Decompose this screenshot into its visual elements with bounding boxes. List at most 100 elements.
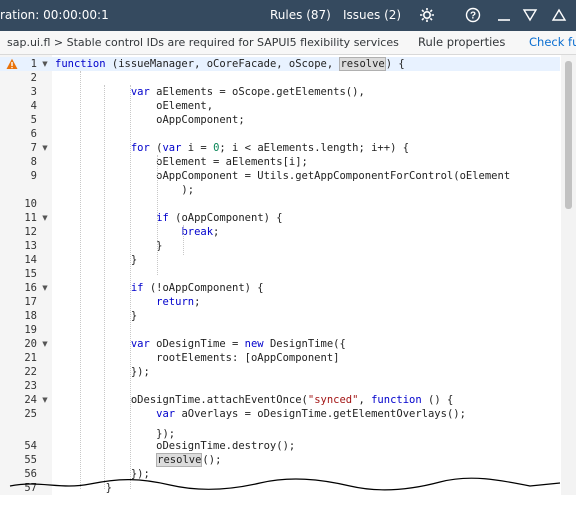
line-number: 11 <box>24 212 37 224</box>
code-text: oDesignTime.attachEventOnce("synced", fu… <box>55 394 454 406</box>
gear-icon[interactable] <box>418 6 436 24</box>
indent-guide <box>130 85 131 489</box>
collapse-icon[interactable] <box>521 6 539 24</box>
code-line[interactable]: 19 <box>0 323 560 337</box>
line-number: 7 <box>30 142 37 154</box>
line-number: 24 <box>24 394 37 406</box>
line-number: 56 <box>24 468 37 480</box>
svg-text:?: ? <box>470 11 476 22</box>
code-text: if (!oAppComponent) { <box>130 282 264 294</box>
code-line[interactable]: 16 ▼ if (!oAppComponent) { <box>0 281 560 295</box>
line-number: 21 <box>24 352 37 364</box>
tab-rules[interactable]: Rules (87) <box>270 8 331 22</box>
line-number: 15 <box>24 268 37 280</box>
code-line[interactable]: 24 ▼ oDesignTime.attachEventOnce("synced"… <box>0 393 560 407</box>
code-text: var aElements = oScope.getElements(), <box>130 86 365 98</box>
line-number: 20 <box>24 338 37 350</box>
code-line[interactable]: 25 var aOverlays = oDesignTime.getElemen… <box>0 407 560 421</box>
line-number: 10 <box>24 198 37 210</box>
code-line[interactable]: 8 oElement = aElements[i]; <box>0 155 560 169</box>
code-line[interactable]: 22 }); <box>0 365 560 379</box>
line-number: 5 <box>30 114 37 126</box>
code-line[interactable]: 21 rootElements: [oAppComponent] <box>0 351 560 365</box>
fold-toggle-icon[interactable]: ▼ <box>40 281 50 295</box>
indent-guide <box>183 225 184 255</box>
line-number: 54 <box>24 440 37 452</box>
code-line[interactable]: 10 <box>0 197 560 211</box>
code-text: oAppComponent; <box>55 114 245 126</box>
scrollbar-thumb[interactable] <box>565 61 572 209</box>
line-number: 9 <box>30 170 37 182</box>
code-line[interactable]: 3 var aElements = oScope.getElements(), <box>0 85 560 99</box>
code-text: oElement = aElements[i]; <box>55 156 308 168</box>
code-line[interactable]: 12 break; <box>0 225 560 239</box>
warning-icon[interactable] <box>6 58 18 70</box>
code-line[interactable]: 54 oDesignTime.destroy(); <box>0 439 560 453</box>
code-line[interactable]: 56 }); <box>0 467 560 481</box>
code-line[interactable]: 4 oElement, <box>0 99 560 113</box>
line-number: 19 <box>24 324 37 336</box>
code-text: var aOverlays = oDesignTime.getElementOv… <box>156 408 466 420</box>
code-editor[interactable]: 1 ▼ function (issueManager, oCoreFacade, o… <box>0 55 576 495</box>
fold-toggle-icon[interactable]: ▼ <box>40 211 50 225</box>
tab-bar: sap.ui.fl > Stable control IDs are requi… <box>0 31 576 55</box>
code-line[interactable]: 7 ▼ for (var i = 0; i < aElements.length;… <box>0 141 560 155</box>
fold-toggle-icon[interactable]: ▼ <box>40 57 50 71</box>
code-line[interactable]: ); <box>0 183 560 197</box>
code-line[interactable]: 6 <box>0 127 560 141</box>
line-number: 2 <box>30 72 37 84</box>
code-line[interactable]: 1 ▼ function (issueManager, oCoreFacade, o… <box>0 57 560 71</box>
code-text: oElement, <box>55 100 214 112</box>
line-number: 6 <box>30 128 37 140</box>
code-line[interactable]: 18 } <box>0 309 560 323</box>
code-line[interactable]: 23 <box>0 379 560 393</box>
code-text: rootElements: [oAppComponent] <box>55 352 340 364</box>
code-line[interactable]: 17 return; <box>0 295 560 309</box>
code-line[interactable]: 2 <box>0 71 560 85</box>
tab-rule-properties[interactable]: Rule properties <box>418 35 505 49</box>
line-number: 55 <box>24 454 37 466</box>
code-text: } <box>55 310 138 322</box>
code-line[interactable]: 5 oAppComponent; <box>0 113 560 127</box>
fold-toggle-icon[interactable]: ▼ <box>40 393 50 407</box>
line-number: 57 <box>24 482 37 494</box>
code-text: } <box>55 254 138 266</box>
analysis-duration: ration: 00:00:00:1 <box>0 8 109 22</box>
tab-issues[interactable]: Issues (2) <box>343 8 401 22</box>
code-line[interactable]: 14 } <box>0 253 560 267</box>
code-line[interactable]: 13 } <box>0 239 560 253</box>
line-number: 23 <box>24 380 37 392</box>
help-icon[interactable]: ? <box>464 6 482 24</box>
indent-guide <box>104 85 105 489</box>
code-text: }); <box>55 366 150 378</box>
code-line[interactable]: 11 ▼ if (oAppComponent) { <box>0 211 560 225</box>
tab-check-function[interactable]: Check fu <box>529 35 576 49</box>
minimize-icon[interactable] <box>495 6 513 24</box>
code-text: oDesignTime.destroy(); <box>55 440 296 452</box>
breadcrumb: sap.ui.fl > Stable control IDs are requi… <box>7 36 399 49</box>
fold-toggle-icon[interactable]: ▼ <box>40 141 50 155</box>
code-line[interactable]: 57 } <box>0 481 560 495</box>
line-number: 8 <box>30 156 37 168</box>
editor-footer <box>0 495 576 525</box>
line-number: 14 <box>24 254 37 266</box>
line-number: 25 <box>24 408 37 420</box>
expand-icon[interactable] <box>550 6 568 24</box>
code-text: function (issueManager, oCoreFacade, oSc… <box>55 57 405 71</box>
line-number: 16 <box>24 282 37 294</box>
code-text: ); <box>55 184 195 196</box>
code-text: for (var i = 0; i < aElements.length; i+… <box>130 142 410 154</box>
line-number: 17 <box>24 296 37 308</box>
code-text: }); <box>55 468 150 480</box>
code-line[interactable]: 9 oAppComponent = Utils.getAppComponentF… <box>0 169 560 183</box>
line-number: 3 <box>30 86 37 98</box>
code-line[interactable]: 20 ▼ var oDesignTime = new DesignTime({ <box>0 337 560 351</box>
title-bar: ration: 00:00:00:1 Rules (87) Issues (2)… <box>0 0 576 31</box>
fold-toggle-icon[interactable]: ▼ <box>40 337 50 351</box>
code-text: var oDesignTime = new DesignTime({ <box>130 338 346 350</box>
code-line[interactable]: 55 resolve(); <box>0 453 560 467</box>
code-text: } <box>55 240 163 252</box>
code-line[interactable]: 15 <box>0 267 560 281</box>
line-number: 13 <box>24 240 37 252</box>
indent-guide <box>80 71 81 489</box>
